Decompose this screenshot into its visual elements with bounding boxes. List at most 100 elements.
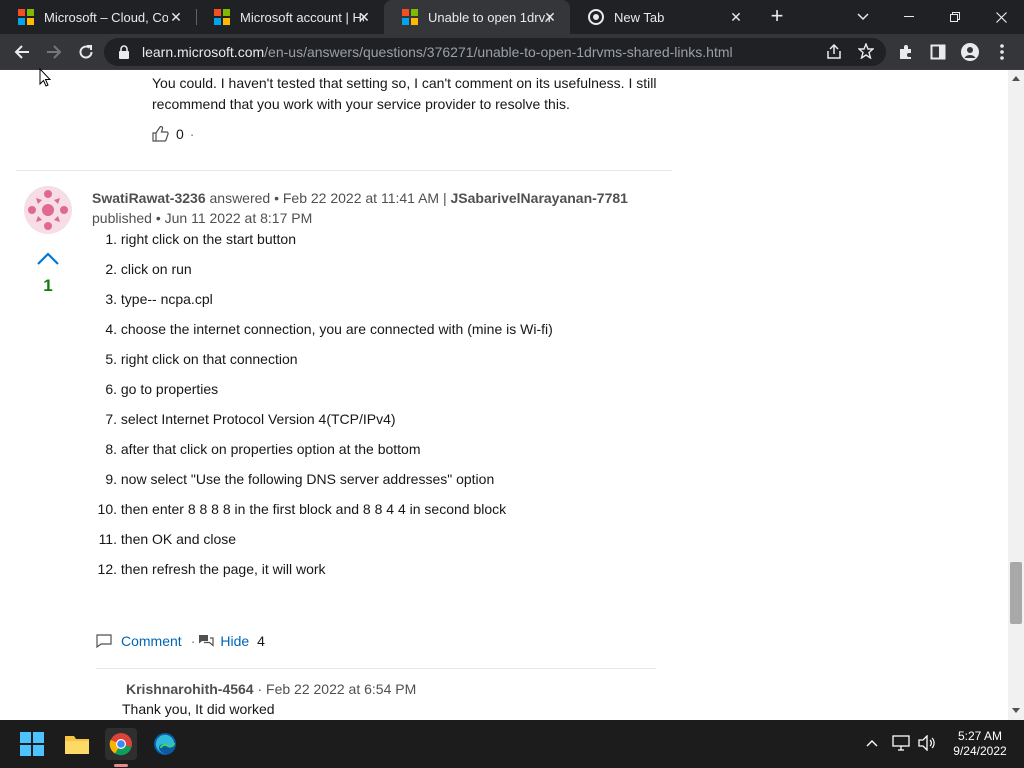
comment-icon[interactable] xyxy=(96,634,112,649)
windows-logo-icon xyxy=(20,732,44,756)
step-text: after that click on properties option at… xyxy=(120,441,421,457)
file-explorer-button[interactable] xyxy=(61,728,93,760)
chrome-taskbar-button[interactable] xyxy=(105,728,137,760)
network-status-button[interactable] xyxy=(892,735,910,754)
list-item: 4. choose the internet connection, you a… xyxy=(92,321,552,351)
lock-icon[interactable] xyxy=(118,45,130,64)
step-number: 12. xyxy=(97,561,117,577)
share-icon[interactable] xyxy=(826,43,842,65)
forward-button[interactable] xyxy=(42,40,66,64)
comment-author-link[interactable]: Krishnarohith-4564 xyxy=(126,681,254,697)
edge-taskbar-button[interactable] xyxy=(149,728,181,760)
show-hidden-icons-button[interactable] xyxy=(866,734,878,750)
side-panel-icon xyxy=(930,44,946,60)
close-window-button[interactable] xyxy=(978,0,1024,34)
comment-text: Thank you, It did worked xyxy=(122,701,275,717)
minimize-button[interactable] xyxy=(886,0,932,34)
system-clock[interactable]: 5:27 AM 9/24/2022 xyxy=(940,729,1020,759)
step-number: 10. xyxy=(97,501,117,517)
clock-date: 9/24/2022 xyxy=(953,744,1007,758)
bookmark-star-icon[interactable] xyxy=(857,42,875,64)
step-text: now select "Use the following DNS server… xyxy=(120,471,495,487)
url-host: learn.microsoft.com xyxy=(142,44,265,60)
vote-count: 1 xyxy=(43,276,53,295)
scroll-up-arrow-icon[interactable] xyxy=(1012,76,1020,81)
side-panel-button[interactable] xyxy=(926,40,950,64)
comment-divider xyxy=(96,668,656,669)
new-tab-button[interactable]: + xyxy=(765,5,789,29)
extensions-button[interactable] xyxy=(894,40,918,64)
list-item: 7. select Internet Protocol Version 4(TC… xyxy=(92,411,553,441)
tab-search-button[interactable] xyxy=(840,0,886,34)
microsoft-logo-icon xyxy=(18,9,34,25)
active-app-indicator xyxy=(114,764,128,767)
url-text: learn.microsoft.com/en-us/answers/questi… xyxy=(142,44,733,60)
profile-avatar-icon xyxy=(961,43,979,61)
step-text: right click on the start button xyxy=(120,231,296,247)
step-number: 5. xyxy=(105,351,117,367)
chevron-up-icon xyxy=(866,740,878,747)
step-number: 6. xyxy=(105,381,117,397)
tab-title: Microsoft account | Ho xyxy=(240,9,364,25)
step-number: 2. xyxy=(105,261,117,277)
published-date: • Jun 11 2022 at 8:17 PM xyxy=(155,210,313,226)
close-icon[interactable]: ✕ xyxy=(356,9,372,25)
tab-new-tab[interactable]: New Tab ✕ xyxy=(570,0,756,34)
restore-icon xyxy=(950,12,960,22)
profile-button[interactable] xyxy=(958,40,982,64)
separator-dot: · xyxy=(189,126,195,142)
edge-icon xyxy=(154,733,176,755)
scroll-thumb[interactable] xyxy=(1010,562,1022,624)
comments-icon[interactable] xyxy=(198,634,214,648)
clock-time: 5:27 AM xyxy=(957,729,1003,743)
hide-comments-button[interactable]: Hide xyxy=(220,633,249,649)
menu-button[interactable] xyxy=(990,40,1014,64)
thumbs-up-icon[interactable] xyxy=(152,125,169,142)
tab-title: Microsoft – Cloud, Com xyxy=(44,9,168,25)
editor-link[interactable]: JSabarivelNarayanan-7781 xyxy=(451,190,628,206)
tab-title: Unable to open 1drv.m xyxy=(428,9,552,25)
step-number: 9. xyxy=(105,471,117,487)
restore-button[interactable] xyxy=(932,0,978,34)
start-button[interactable] xyxy=(16,728,48,760)
answer-divider xyxy=(16,170,672,171)
network-icon xyxy=(892,735,910,751)
answer-meta: SwatiRawat-3236 answered • Feb 22 2022 a… xyxy=(92,188,652,228)
reload-icon xyxy=(79,45,93,59)
browser-toolbar: learn.microsoft.com/en-us/answers/questi… xyxy=(0,34,1024,70)
chrome-icon xyxy=(109,733,132,756)
address-bar[interactable]: learn.microsoft.com/en-us/answers/questi… xyxy=(104,38,886,66)
list-item: 11. then OK and close xyxy=(92,531,553,561)
folder-icon xyxy=(65,736,89,754)
close-icon xyxy=(995,11,1007,23)
step-text: click on run xyxy=(120,261,192,277)
close-icon[interactable]: ✕ xyxy=(168,9,184,25)
reload-button[interactable] xyxy=(74,40,98,64)
answered-date: • Feb 22 2022 at 11:41 AM | xyxy=(274,190,447,206)
step-text: then enter 8 8 8 8 in the first block an… xyxy=(120,501,507,517)
chevron-up-icon xyxy=(37,252,59,265)
list-item: 9. now select "Use the following DNS ser… xyxy=(92,471,553,501)
volume-button[interactable] xyxy=(918,734,936,754)
upvote-button[interactable] xyxy=(36,250,60,266)
list-item: 12. then refresh the page, it will work xyxy=(92,561,553,591)
taskbar: 5:27 AM 9/24/2022 xyxy=(0,720,1024,768)
step-number: 3. xyxy=(105,291,117,307)
answer-author-link[interactable]: SwatiRawat-3236 xyxy=(92,190,206,206)
step-text: then refresh the page, it will work xyxy=(120,561,326,577)
url-path: /en-us/answers/questions/376271/unable-t… xyxy=(264,44,733,60)
avatar[interactable] xyxy=(24,186,72,234)
tab-unable-to-open[interactable]: Unable to open 1drv.m ✕ xyxy=(384,0,570,34)
close-icon[interactable]: ✕ xyxy=(542,9,558,25)
close-icon[interactable]: ✕ xyxy=(728,9,744,25)
scroll-down-arrow-icon[interactable] xyxy=(1012,708,1020,713)
page-scrollbar[interactable] xyxy=(1008,70,1024,720)
comment-header: Krishnarohith-4564 · Feb 22 2022 at 6:54… xyxy=(126,681,416,697)
chrome-icon xyxy=(588,9,604,25)
list-item: 1. right click on the start button xyxy=(92,231,553,261)
list-item: 2. click on run xyxy=(92,261,553,291)
comment-button[interactable]: Comment xyxy=(121,633,182,649)
tab-microsoft-cloud[interactable]: Microsoft – Cloud, Com ✕ xyxy=(0,0,196,34)
back-button[interactable] xyxy=(10,40,34,64)
tab-microsoft-account[interactable]: Microsoft account | Ho ✕ xyxy=(196,0,384,34)
